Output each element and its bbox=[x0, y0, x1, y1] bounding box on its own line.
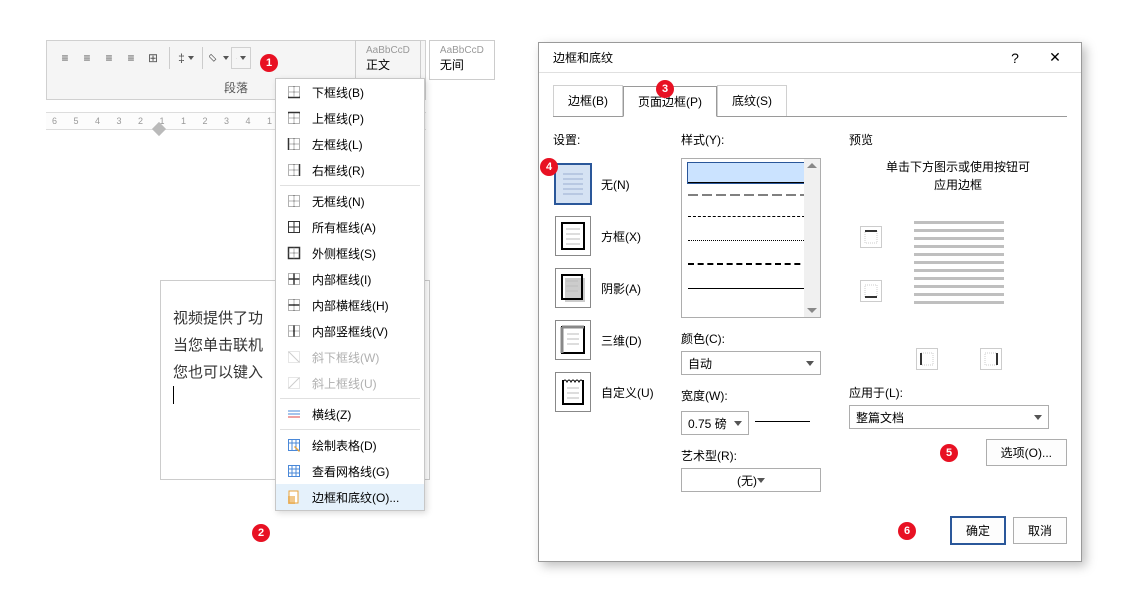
border-none-icon bbox=[286, 193, 302, 209]
menu-item-border-none[interactable]: 无框线(N) bbox=[276, 188, 424, 214]
style-label: 样式(Y): bbox=[681, 131, 831, 148]
borders-dropdown-button[interactable] bbox=[231, 47, 251, 69]
align-left-button[interactable]: ≡ bbox=[55, 48, 75, 68]
preview-diagram[interactable] bbox=[888, 208, 1028, 338]
width-label: 宽度(W): bbox=[681, 387, 831, 404]
hr-icon bbox=[286, 406, 302, 422]
width-preview bbox=[755, 421, 810, 422]
close-button[interactable]: ✕ bbox=[1035, 44, 1075, 72]
border-all-icon bbox=[286, 219, 302, 235]
preview-hint: 单击下方图示或使用按钮可应用边框 bbox=[849, 158, 1067, 194]
borders-dropdown-menu: 下框线(B)上框线(P)左框线(L)右框线(R) 无框线(N)所有框线(A)外侧… bbox=[275, 78, 425, 511]
setting-custom[interactable]: 自定义(U) bbox=[553, 366, 663, 418]
line-spacing-button[interactable]: ‡ bbox=[176, 48, 196, 68]
border-inner-h-icon bbox=[286, 297, 302, 313]
menu-item-hr[interactable]: 横线(Z) bbox=[276, 401, 424, 427]
preview-bottom-border-button[interactable] bbox=[860, 280, 882, 302]
border-right-icon bbox=[286, 162, 302, 178]
dialog-title-text: 边框和底纹 bbox=[553, 49, 995, 66]
preview-top-border-button[interactable] bbox=[860, 226, 882, 248]
menu-item-border-left[interactable]: 左框线(L) bbox=[276, 131, 424, 157]
menu-item-border-inner-h[interactable]: 内部横框线(H) bbox=[276, 292, 424, 318]
menu-item-border-outer[interactable]: 外侧框线(S) bbox=[276, 240, 424, 266]
borders-shading-dialog: 边框和底纹 ? ✕ 边框(B) 页面边框(P) 底纹(S) 设置: 无(N) 方… bbox=[538, 42, 1082, 562]
border-diag-down-icon bbox=[286, 349, 302, 365]
shading-button[interactable] bbox=[209, 48, 229, 68]
view-gridlines-icon bbox=[286, 463, 302, 479]
align-right-button[interactable]: ≡ bbox=[99, 48, 119, 68]
align-center-button[interactable]: ≡ bbox=[77, 48, 97, 68]
border-left-icon bbox=[286, 136, 302, 152]
setting-shadow[interactable]: 阴影(A) bbox=[553, 262, 663, 314]
menu-item-draw-table[interactable]: 绘制表格(D) bbox=[276, 432, 424, 458]
draw-table-icon bbox=[286, 437, 302, 453]
setting-none[interactable]: 无(N) bbox=[553, 158, 663, 210]
step-badge-6: 6 bbox=[898, 522, 916, 540]
menu-item-border-inner-v[interactable]: 内部竖框线(V) bbox=[276, 318, 424, 344]
dialog-titlebar: 边框和底纹 ? ✕ bbox=[539, 43, 1081, 73]
apply-label: 应用于(L): bbox=[849, 384, 1067, 401]
styles-gallery: AaBbCcD正文 AaBbCcD无间 bbox=[355, 40, 485, 80]
color-select[interactable]: 自动 bbox=[681, 351, 821, 375]
step-badge-3: 3 bbox=[656, 80, 674, 98]
distribute-button[interactable]: ⊞ bbox=[143, 48, 163, 68]
align-justify-button[interactable]: ≡ bbox=[121, 48, 141, 68]
step-badge-1: 1 bbox=[260, 54, 278, 72]
menu-item-border-diag-up: 斜上框线(U) bbox=[276, 370, 424, 396]
preview-right-border-button[interactable] bbox=[980, 348, 1002, 370]
menu-item-borders-shading[interactable]: 边框和底纹(O)... bbox=[276, 484, 424, 510]
step-badge-5: 5 bbox=[940, 444, 958, 462]
cancel-button[interactable]: 取消 bbox=[1013, 517, 1067, 544]
border-outer-icon bbox=[286, 245, 302, 261]
preview-left-border-button[interactable] bbox=[916, 348, 938, 370]
tab-shading[interactable]: 底纹(S) bbox=[717, 85, 787, 116]
style-nospace[interactable]: AaBbCcD无间 bbox=[429, 40, 495, 80]
borders-shading-icon bbox=[286, 489, 302, 505]
setting-box[interactable]: 方框(X) bbox=[553, 210, 663, 262]
preview-label: 预览 bbox=[849, 131, 1067, 148]
menu-item-border-all[interactable]: 所有框线(A) bbox=[276, 214, 424, 240]
menu-item-border-right[interactable]: 右框线(R) bbox=[276, 157, 424, 183]
menu-item-border-inner[interactable]: 内部框线(I) bbox=[276, 266, 424, 292]
border-inner-v-icon bbox=[286, 323, 302, 339]
settings-label: 设置: bbox=[553, 131, 663, 148]
style-scrollbar[interactable] bbox=[804, 159, 820, 317]
dialog-tabs: 边框(B) 页面边框(P) 底纹(S) bbox=[539, 73, 1081, 116]
art-label: 艺术型(R): bbox=[681, 447, 831, 464]
border-diag-up-icon bbox=[286, 375, 302, 391]
color-label: 颜色(C): bbox=[681, 330, 831, 347]
width-select[interactable]: 0.75 磅 bbox=[681, 411, 749, 435]
border-top-icon bbox=[286, 110, 302, 126]
step-badge-2: 2 bbox=[252, 524, 270, 542]
setting-3d[interactable]: 三维(D) bbox=[553, 314, 663, 366]
step-badge-4: 4 bbox=[540, 158, 558, 176]
menu-item-border-diag-down: 斜下框线(W) bbox=[276, 344, 424, 370]
help-button[interactable]: ? bbox=[995, 44, 1035, 72]
menu-item-view-gridlines[interactable]: 查看网格线(G) bbox=[276, 458, 424, 484]
apply-to-select[interactable]: 整篇文档 bbox=[849, 405, 1049, 429]
menu-item-border-bottom[interactable]: 下框线(B) bbox=[276, 79, 424, 105]
art-select[interactable]: (无) bbox=[681, 468, 821, 492]
tab-border[interactable]: 边框(B) bbox=[553, 85, 623, 116]
options-button[interactable]: 选项(O)... bbox=[986, 439, 1067, 466]
style-listbox[interactable] bbox=[681, 158, 821, 318]
menu-item-border-top[interactable]: 上框线(P) bbox=[276, 105, 424, 131]
border-bottom-icon bbox=[286, 84, 302, 100]
border-inner-icon bbox=[286, 271, 302, 287]
style-body[interactable]: AaBbCcD正文 bbox=[355, 40, 421, 80]
ok-button[interactable]: 确定 bbox=[951, 517, 1005, 544]
text-caret bbox=[173, 386, 174, 404]
